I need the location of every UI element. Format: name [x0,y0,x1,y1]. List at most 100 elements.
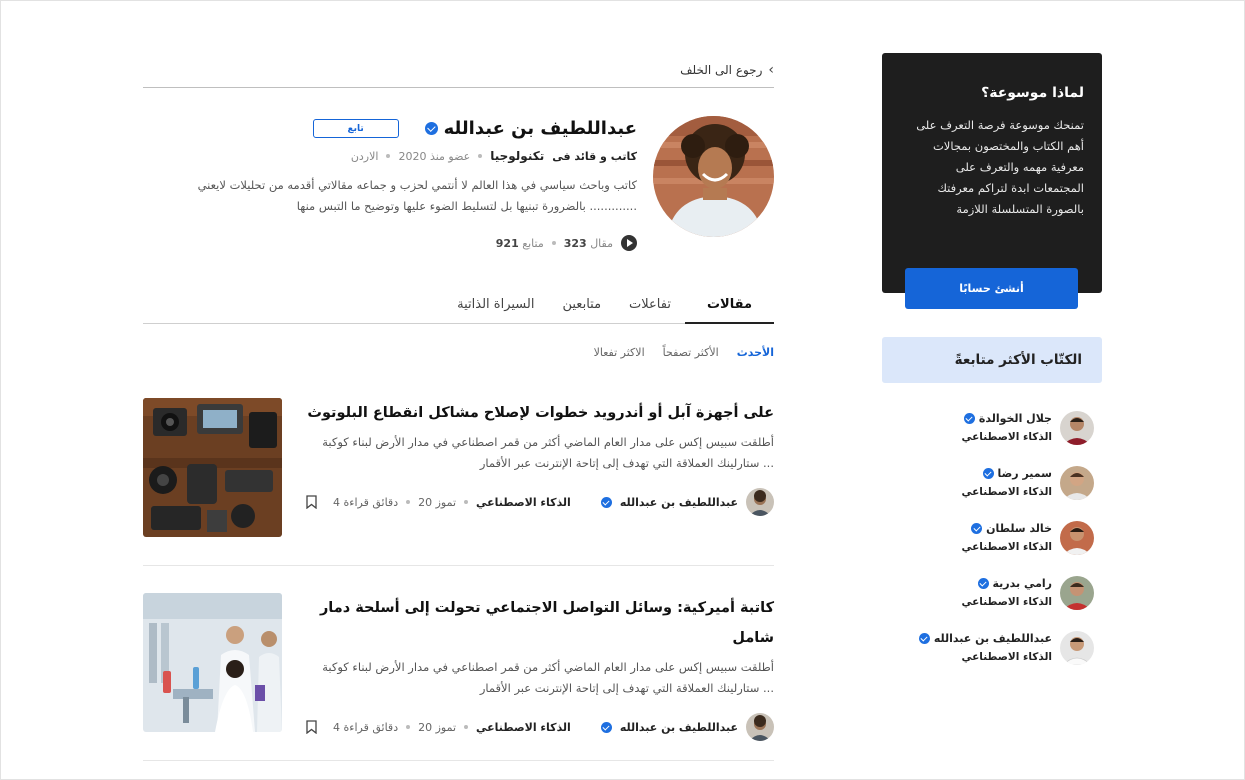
writer-info: عبداللطيف بن عبدالله الذكاء الاصطناعي [918,632,1053,663]
writer-name-row: سمير رضا [962,467,1052,480]
articles-count: 323 [563,236,587,250]
filter-most-engaged[interactable]: الاكثر تفعالا [594,346,645,359]
writer-avatar[interactable] [1060,465,1094,500]
article-card[interactable]: على أجهزة آبل أو أندرويد خطوات لإصلاح مش… [143,398,774,538]
followers-label: متابع [522,236,544,250]
profile-header: عبداللطيف بن عبدالله تابع كاتب و قائد فى… [143,88,774,288]
writer-item[interactable]: سمير رضا الذكاء الاصطناعي [882,464,1094,501]
create-account-button[interactable]: أنشئ حسابًا [905,268,1078,309]
promo-card: لماذا موسوعة؟ تمنحك موسوعة فرصة التعرف ع… [882,53,1102,309]
writer-item[interactable]: رامي بدرية الذكاء الاصطناعي [882,574,1094,611]
verified-icon [977,578,989,589]
verified-icon [971,523,983,534]
profile-name-row: عبداللطيف بن عبدالله تابع [157,118,637,139]
writer-name[interactable]: رامي بدرية [993,577,1053,590]
follow-button[interactable]: تابع [312,119,399,138]
verified-icon [982,468,994,479]
articles-label: مقال [590,236,613,250]
filter-most-viewed[interactable]: الأكثر تصفحاً [663,346,719,359]
writer-avatar[interactable] [1060,575,1094,610]
bookmark-icon[interactable] [306,720,317,734]
separator-dot [406,500,411,504]
followers-stat: 921 متابع [496,237,544,250]
verified-icon [963,413,975,424]
sort-filters: الأحدث الأكثر تصفحاً الاكثر تفعالا [143,346,774,359]
writer-category: الذكاء الاصطناعي [961,486,1053,498]
separator-dot [478,154,483,158]
articles-stat: 323 مقال [564,237,613,250]
separator-dot [464,725,469,729]
writer-info: خالد سلطان الذكاء الاصطناعي [962,522,1053,553]
article-author[interactable]: عبداللطيف بن عبدالله [620,721,738,734]
article-read-time: 4 دقائق قراءة [333,495,399,509]
article-title[interactable]: على أجهزة آبل أو أندرويد خطوات لإصلاح مش… [304,398,774,428]
writer-name-row: خالد سلطان [962,522,1052,535]
writer-avatar[interactable] [1060,520,1094,555]
filter-latest[interactable]: الأحدث [737,346,774,359]
article-category[interactable]: الذكاء الاصطناعي [476,496,571,509]
tab-biography[interactable]: السيراة الذاتية [443,288,548,324]
article-card[interactable]: كاتبة أميركية: وسائل التواصل الاجتماعي ت… [143,593,774,741]
top-writers-header: الكتّاب الأكثر متابعةً [882,337,1102,383]
tab-interactions[interactable]: تفاعلات [615,288,685,324]
promo-text: تمنحك موسوعة فرصة التعرف على أهم الكتاب … [916,118,1084,216]
verified-icon [918,633,930,644]
writer-info: جلال الخوالدة الذكاء الاصطناعي [962,412,1053,443]
verified-icon [600,496,612,508]
writer-name[interactable]: عبداللطيف بن عبدالله [934,632,1052,645]
writer-name-row: رامي بدرية [962,577,1053,590]
article-author[interactable]: عبداللطيف بن عبدالله [620,496,738,509]
profile-field[interactable]: تكنولوجيا [490,149,544,163]
article-meta: عبداللطيف بن عبدالله الذكاء الاصطناعي 20… [304,713,774,741]
article-divider [143,565,774,566]
writer-avatar[interactable] [1060,410,1094,445]
promo-title: لماذا موسوعة؟ [981,85,1084,101]
author-avatar[interactable] [746,488,774,516]
writer-item[interactable]: خالد سلطان الذكاء الاصطناعي [882,519,1094,556]
writer-name[interactable]: خالد سلطان [986,522,1052,535]
writer-category: الذكاء الاصطناعي [961,651,1053,663]
writer-category: الذكاء الاصطناعي [961,596,1053,608]
profile-info: عبداللطيف بن عبدالله تابع كاتب و قائد فى… [157,118,637,251]
verified-icon [424,122,438,135]
chevron-left-icon: ‹ [768,62,774,78]
profile-avatar [653,116,774,237]
article-image[interactable] [143,593,282,732]
article-title[interactable]: كاتبة أميركية: وسائل التواصل الاجتماعي ت… [304,593,774,653]
writer-info: رامي بدرية الذكاء الاصطناعي [962,577,1053,608]
article-excerpt: أطلقت سبيس إكس على مدار العام الماضي أكث… [322,660,774,695]
article-content: على أجهزة آبل أو أندرويد خطوات لإصلاح مش… [304,398,774,516]
profile-name: عبداللطيف بن عبدالله [443,118,637,139]
article-read-time: 4 دقائق قراءة [333,720,399,734]
profile-bio: كاتب وباحث سياسي في هذا العالم لا أنتمي … [197,178,637,213]
profile-stats: 323 مقال 921 متابع [157,235,637,251]
bookmark-icon[interactable] [306,495,317,509]
verified-icon [600,721,612,733]
article-content: كاتبة أميركية: وسائل التواصل الاجتماعي ت… [304,593,774,741]
article-excerpt: أطلقت سبيس إكس على مدار العام الماضي أكث… [322,435,774,470]
article-divider [143,760,774,761]
writer-avatar[interactable] [1060,630,1094,665]
writer-item[interactable]: عبداللطيف بن عبدالله الذكاء الاصطناعي [882,629,1094,666]
writer-name[interactable]: جلال الخوالدة [979,412,1052,425]
article-date: 20 تموز [418,495,457,509]
separator-dot [551,241,556,245]
article-meta: عبداللطيف بن عبدالله الذكاء الاصطناعي 20… [304,488,774,516]
article-category[interactable]: الذكاء الاصطناعي [476,721,571,734]
sidebar: لماذا موسوعة؟ تمنحك موسوعة فرصة التعرف ع… [882,53,1102,684]
writer-item[interactable]: جلال الخوالدة الذكاء الاصطناعي [882,409,1094,446]
tab-articles[interactable]: مقالات [684,288,774,324]
profile-meta: كاتب و قائد فى تكنولوجيا عضو منذ 2020 ال… [157,149,637,163]
writer-name[interactable]: سمير رضا [998,467,1052,480]
writer-info: سمير رضا الذكاء الاصطناعي [962,467,1053,498]
separator-dot [386,154,391,158]
back-link[interactable]: ‹ رجوع الى الخلف [143,53,774,88]
article-image[interactable] [143,398,282,537]
author-avatar[interactable] [746,713,774,741]
profile-role: كاتب و قائد فى [552,149,637,163]
writer-category: الذكاء الاصطناعي [961,431,1053,443]
play-icon[interactable] [621,235,637,251]
profile-tabs: مقالات تفاعلات متابعين السيراة الذاتية [143,288,774,324]
tab-followers[interactable]: متابعين [548,288,615,324]
followers-count: 921 [495,236,519,250]
